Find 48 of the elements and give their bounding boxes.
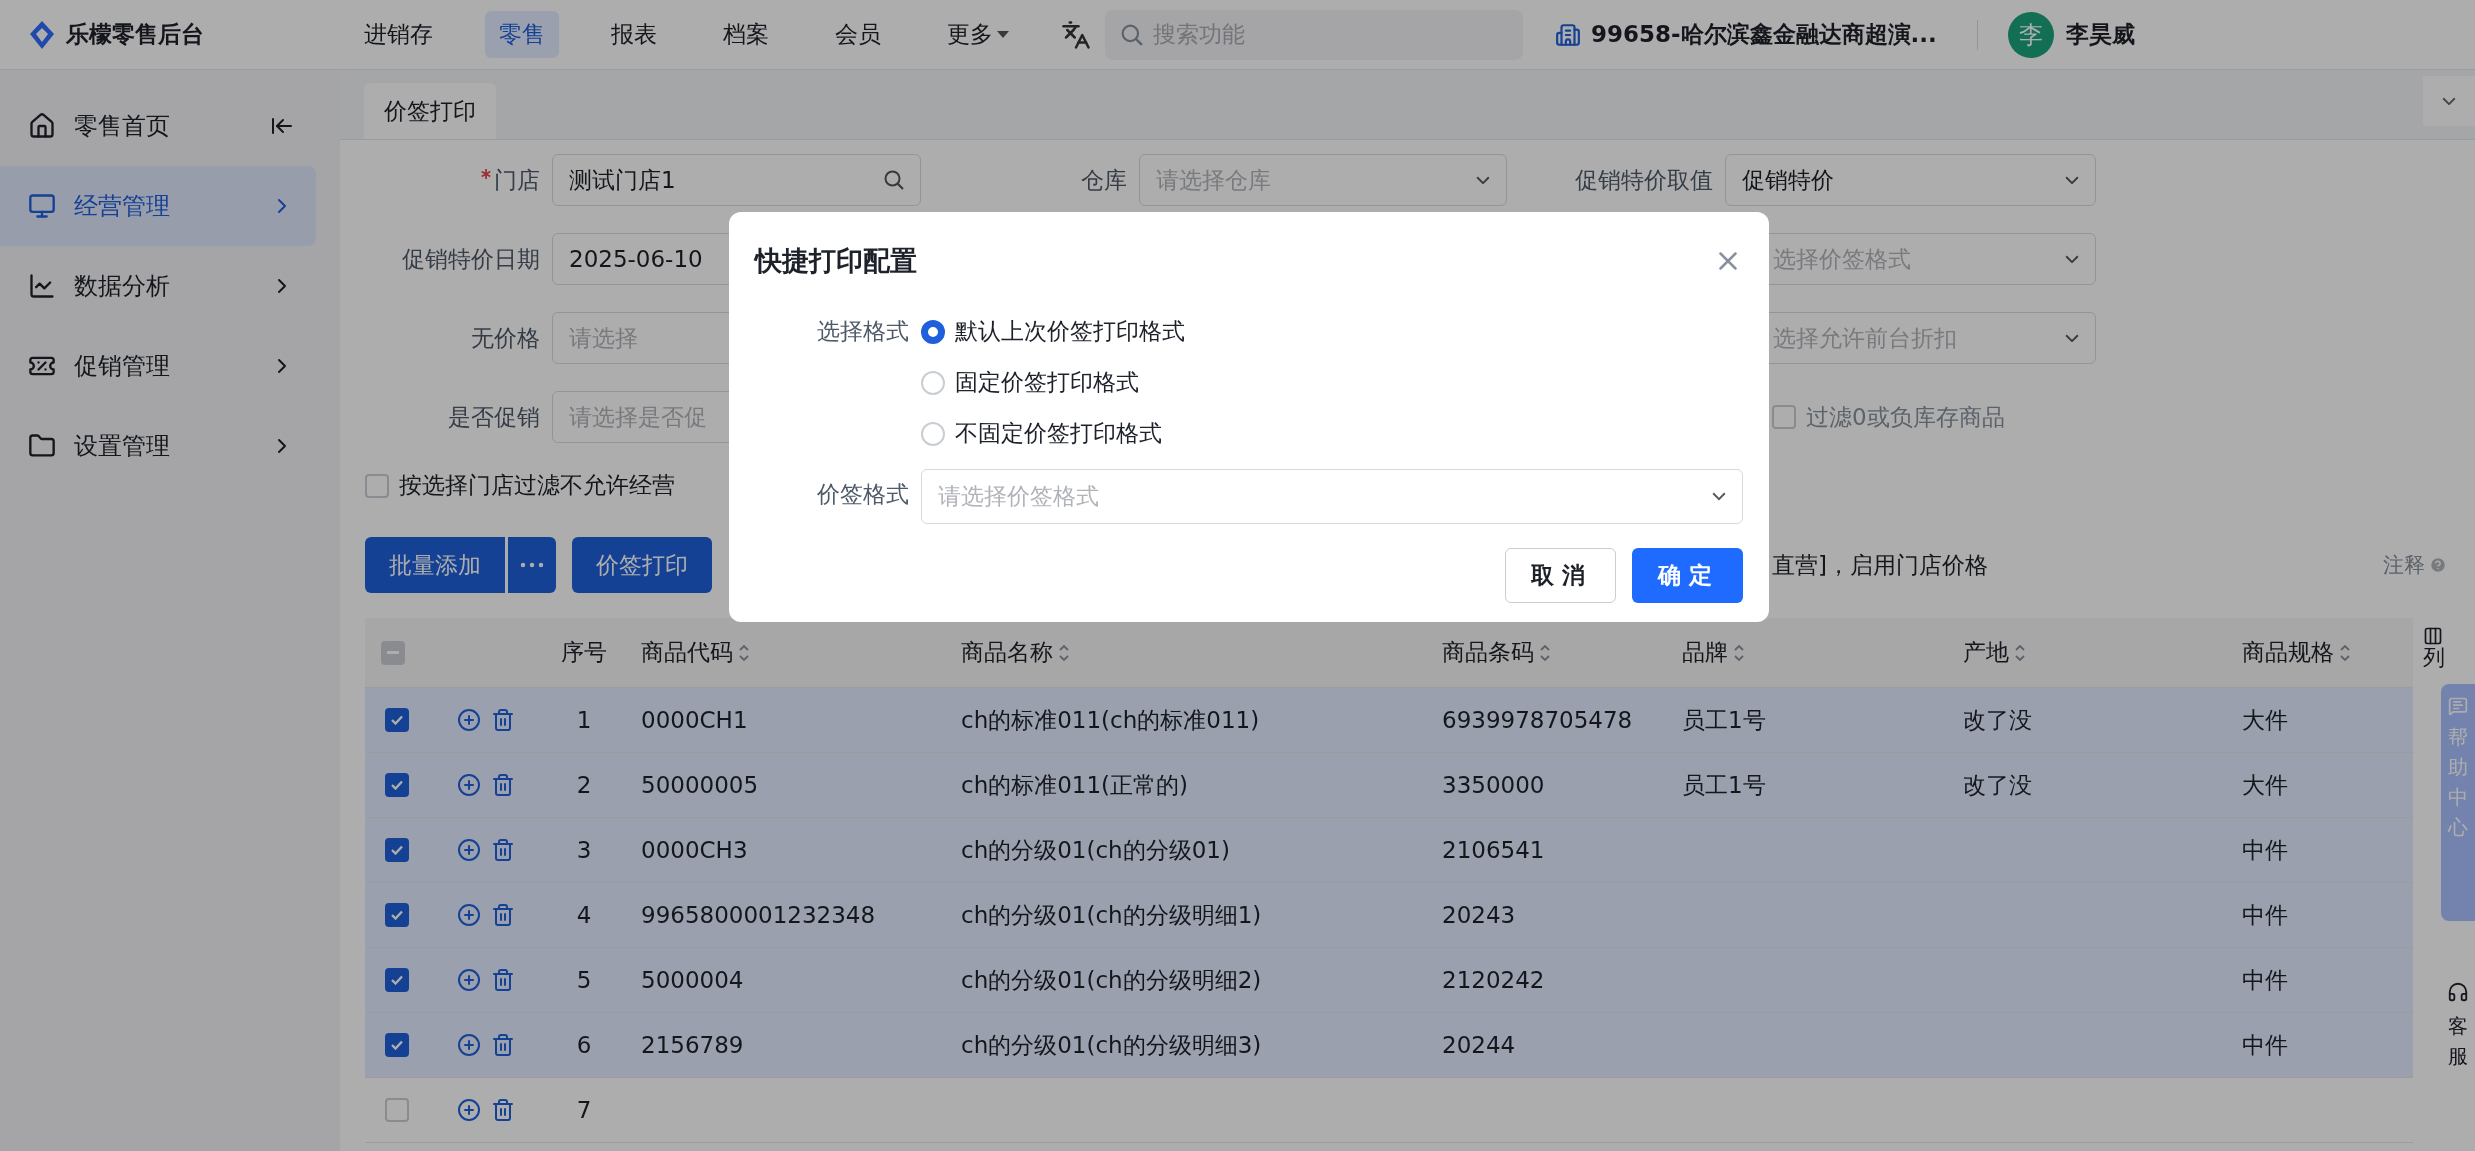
table-cell: ch的分级01(ch的分级明细2): [945, 948, 1426, 1013]
table-cell: ch的标准011(ch的标准011): [945, 688, 1426, 753]
field-label: 仓库: [1080, 165, 1127, 195]
table-cell: 改了没: [1947, 688, 2226, 753]
table-cell: 中件: [2226, 883, 2413, 948]
table-cell: ch的标准011(正常的): [945, 753, 1426, 818]
table-cell: 0000CH3: [625, 818, 945, 883]
table-cell: 5000004: [625, 948, 945, 1013]
table-cell: 2106541: [1426, 818, 1666, 883]
table-cell: 大件: [2226, 753, 2413, 818]
table-cell: 3350000: [1426, 753, 1666, 818]
table-cell: 员工1号: [1666, 753, 1947, 818]
table-cell: ch的分级01(ch的分级明细1): [945, 883, 1426, 948]
table-cell: 大件: [2226, 688, 2413, 753]
table-cell: 6: [543, 1013, 625, 1078]
table-cell: ch的分级01(ch的分级明细3): [945, 1013, 1426, 1078]
table-cell: 3: [543, 818, 625, 883]
table-cell: 中件: [2226, 1013, 2413, 1078]
table-cell: 2: [543, 753, 625, 818]
table-cell: 6939978705478: [1426, 688, 1666, 753]
table-cell: 20243: [1426, 883, 1666, 948]
table-cell: 2120242: [1426, 948, 1666, 1013]
field-label: 是否促销: [447, 402, 540, 432]
table-cell: 员工1号: [1666, 688, 1947, 753]
table-cell: 4: [543, 883, 625, 948]
table-cell: 1: [543, 688, 625, 753]
info-text: 直营]，启用门店价格: [1772, 550, 1989, 580]
field-label: 价签格式: [816, 480, 909, 509]
dialog-title: 快捷打印配置: [755, 244, 917, 278]
table-cell: 中件: [2226, 818, 2413, 883]
field-label: 选择格式: [816, 317, 909, 346]
field-label: 促销特价日期: [401, 244, 540, 274]
field-label: 门店: [365, 164, 540, 196]
field-label: 无价格: [470, 323, 540, 353]
field-label: 促销特价取值: [1574, 165, 1713, 195]
checkbox-label: 按选择门店过滤不允许经营: [399, 471, 675, 500]
table-cell: 中件: [2226, 948, 2413, 1013]
table-cell: 改了没: [1947, 753, 2226, 818]
table-cell: 50000005: [625, 753, 945, 818]
table-cell: 2156789: [625, 1013, 945, 1078]
table-cell: 20244: [1426, 1013, 1666, 1078]
column-header: 序号: [543, 618, 625, 688]
table-cell: 9965800001232348: [625, 883, 945, 948]
checkbox-label: 过滤0或负库存商品: [1806, 402, 2005, 432]
table-cell: 0000CH1: [625, 688, 945, 753]
table-cell: ch的分级01(ch的分级01): [945, 818, 1426, 883]
table-cell: 5: [543, 948, 625, 1013]
app-title: 乐檬零售后台: [66, 20, 204, 49]
